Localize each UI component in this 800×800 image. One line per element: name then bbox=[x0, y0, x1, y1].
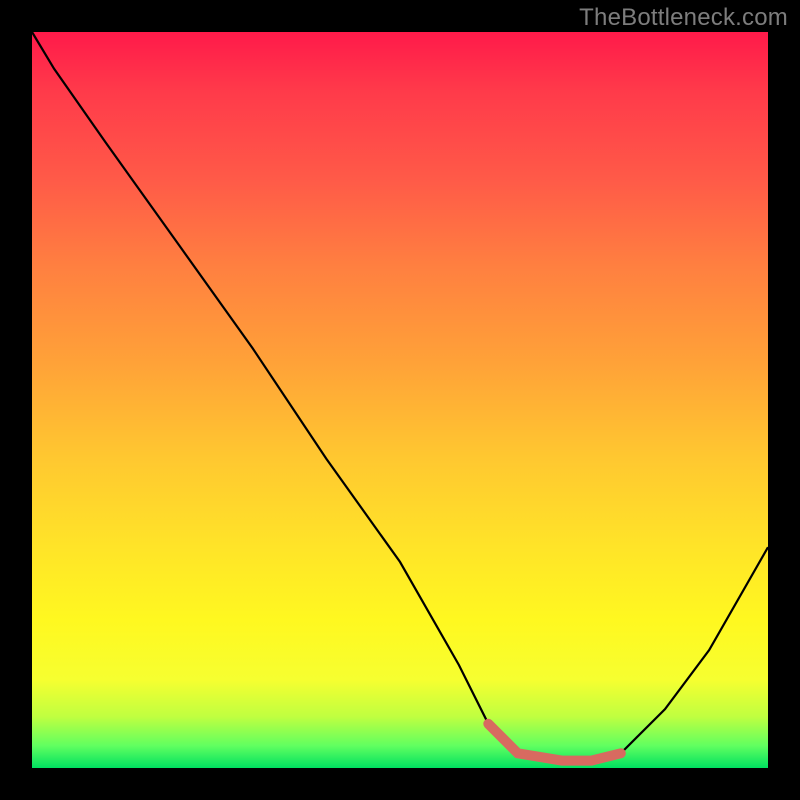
chart-frame: TheBottleneck.com bbox=[0, 0, 800, 800]
curve-layer bbox=[32, 32, 768, 768]
bottleneck-curve bbox=[32, 32, 768, 761]
min-region-highlight bbox=[488, 724, 621, 761]
attribution-text: TheBottleneck.com bbox=[579, 4, 788, 32]
plot-area bbox=[32, 32, 768, 768]
